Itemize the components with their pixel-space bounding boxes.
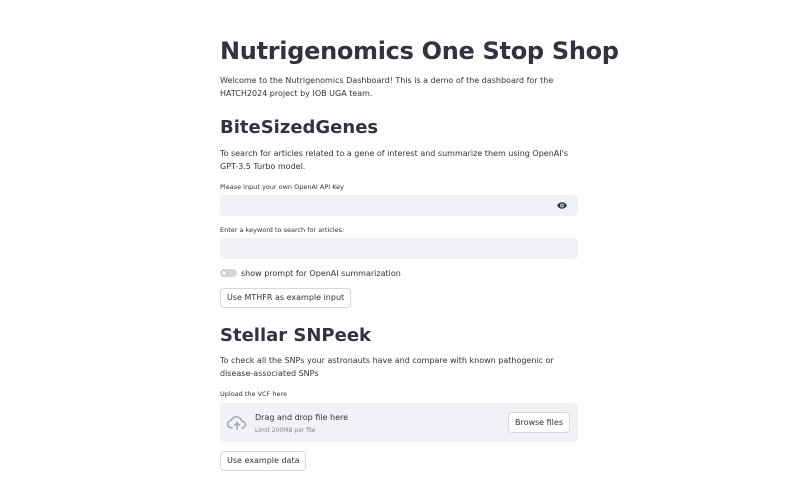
welcome-text: Welcome to the Nutrigenomics Dashboard! … [220,76,554,98]
dropzone-title: Drag and drop file here [255,413,349,422]
dropzone-limit: Limit 200MB per file [255,427,316,434]
browse-files-button[interactable]: Browse files [507,412,570,433]
bitesizedgenes-description: To search for articles related to a gene… [220,149,568,171]
toggle-knob [221,270,227,276]
keyword-field-container [220,238,578,261]
stellar-snpeek-description: To check all the SNPs your astronauts ha… [220,356,554,378]
file-dropzone[interactable]: Drag and drop file here Limit 200MB per … [220,403,578,442]
bitesizedgenes-heading: BiteSizedGenes [220,117,379,138]
use-example-data-button[interactable]: Use example data [220,451,307,471]
eye-icon[interactable] [556,200,568,211]
prompt-toggle[interactable] [220,269,237,277]
api-key-input[interactable] [220,197,556,218]
cloud-upload-icon [227,416,247,430]
api-key-field-container [220,195,578,218]
stellar-snpeek-heading: Stellar SNPeek [220,325,372,346]
api-key-label: Please input your own OpenAI API Key [220,183,345,191]
use-mthfr-example-button[interactable]: Use MTHFR as example input [220,288,352,308]
prompt-toggle-label: show prompt for OpenAI summarization [241,269,401,278]
page-title: Nutrigenomics One Stop Shop [220,37,619,65]
keyword-label: Enter a keyword to search for articles: [220,226,345,234]
upload-vcf-label: Upload the VCF here [220,390,288,398]
keyword-input[interactable] [220,240,556,261]
